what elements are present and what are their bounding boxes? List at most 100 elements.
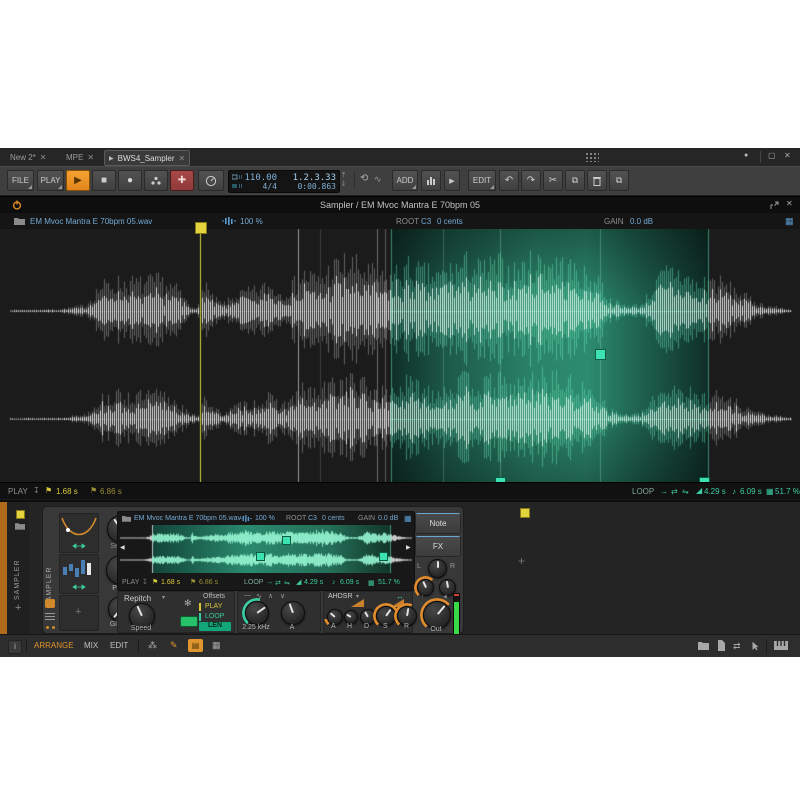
scroll-right-icon[interactable]: ▶ [406, 544, 411, 551]
scroll-left-icon[interactable]: ◀ [120, 544, 125, 551]
crossloop-icon[interactable]: ⇋ [682, 487, 689, 496]
offset-play-button[interactable]: PLAY [205, 603, 222, 610]
pan-knob[interactable] [428, 559, 447, 578]
delete-button[interactable] [587, 170, 607, 191]
mini-start[interactable]: 1.68 s [161, 579, 180, 586]
keytrack-toggle[interactable] [180, 616, 198, 627]
grid-toggle-icon[interactable]: ▦ [212, 640, 221, 651]
mini-loop-start[interactable]: 4.29 s [304, 579, 323, 586]
add-device-icon[interactable]: + [15, 602, 21, 614]
close-icon[interactable]: ✕ [40, 153, 47, 162]
start-flag-icon[interactable]: ⚑ [45, 486, 52, 495]
zoom-grid-icon[interactable]: ▦ [404, 514, 412, 523]
info-button[interactable]: i [8, 640, 22, 654]
window-restore-icon[interactable]: ▢ [768, 151, 776, 160]
offset-loop-button[interactable]: LOOP [205, 613, 224, 620]
mini-loop-mid-handle[interactable] [282, 536, 291, 545]
loop-mid-handle[interactable] [595, 349, 606, 360]
mini-cents[interactable]: 0 cents [322, 515, 345, 522]
mini-sample-display[interactable]: EM Mvoc Mantra E 70bpm 05.wav 100 % ROOT… [117, 511, 415, 591]
filter-hp-icon[interactable]: ∨ [280, 592, 285, 600]
automation-icon[interactable]: ⁂ [148, 640, 157, 651]
pencil-icon[interactable]: ✎ [170, 640, 178, 651]
loop-fade-value[interactable]: 51.7 % [775, 487, 800, 496]
loop-start-value[interactable]: 4.29 s [704, 487, 726, 496]
sample-select-cell[interactable] [59, 554, 99, 594]
mini-file-name[interactable]: EM Mvoc Mantra E 70bpm 05.wav [134, 515, 241, 522]
mini-gain[interactable]: 0.0 dB [378, 515, 398, 522]
play-menu-button[interactable]: PLAY [37, 170, 64, 191]
loop-toggle-icon[interactable]: ⟲ [360, 173, 368, 184]
edit-menu-button[interactable]: EDIT [468, 170, 496, 191]
duplicate-button[interactable]: ⧉ [609, 170, 629, 191]
file-menu-button[interactable]: FILE [7, 170, 34, 191]
device-enable-icon[interactable] [45, 599, 55, 608]
mini-loop-start-handle[interactable] [256, 552, 265, 561]
filter-cutoff-knob[interactable] [245, 601, 269, 625]
edit-view-button[interactable]: EDIT [110, 641, 128, 650]
follow-icon[interactable]: ∿ [374, 174, 382, 185]
mini-end[interactable]: 6.86 s [199, 579, 218, 586]
sample-file-name[interactable]: EM Mvoc Mantra E 70bpm 05.wav [30, 217, 152, 226]
mini-loop-end[interactable]: 6.09 s [340, 579, 359, 586]
playhead-handle[interactable] [195, 222, 207, 234]
tab-new2[interactable]: New 2* ✕ [6, 150, 51, 164]
zoom-grid-icon[interactable]: ▦ [785, 216, 794, 227]
end-flag-icon[interactable]: ⚑ [90, 486, 97, 495]
undo-button[interactable]: ↶ [499, 170, 519, 191]
window-dot-icon[interactable]: ● [744, 152, 748, 159]
filter-res-knob[interactable] [281, 601, 305, 625]
song-time[interactable]: 0:00.863 [281, 182, 336, 191]
stop-button[interactable]: ■ [92, 170, 116, 191]
gain-value[interactable]: 0.0 dB [630, 217, 653, 226]
punch-out-icon[interactable]: ⤓ [342, 180, 345, 188]
pingpong-icon[interactable]: ⇄ [671, 487, 678, 496]
tab-mpe[interactable]: MPE ✕ [62, 150, 98, 164]
play-cursor-button[interactable]: ▶ [444, 170, 460, 191]
filter-off-icon[interactable]: — [244, 592, 251, 599]
loop-end-value[interactable]: 6.09 s [740, 487, 762, 496]
device-name[interactable]: SAMPLER [46, 547, 53, 607]
record-button[interactable]: ● [118, 170, 142, 191]
add-device-plus-icon[interactable]: + [518, 554, 525, 568]
close-icon[interactable]: ✕ [786, 199, 793, 208]
root-cents-value[interactable]: 0 cents [437, 217, 463, 226]
overdub-button[interactable]: ✚ [170, 170, 194, 191]
loop-mode-icon[interactable]: → [660, 487, 668, 496]
mini-loop-fade[interactable]: 51.7 % [378, 579, 400, 586]
mini-stretch[interactable]: 100 % [255, 515, 275, 522]
add-track-button[interactable]: ADD [392, 170, 418, 191]
root-note-value[interactable]: C3 [421, 217, 431, 226]
io-routing-icon[interactable]: ⇄ [733, 641, 741, 652]
mini-waveform-canvas[interactable] [118, 525, 414, 573]
window-close-icon[interactable]: ✕ [784, 151, 791, 160]
time-signature[interactable]: 4/4 [237, 182, 277, 191]
env-range-icon[interactable]: ↔ [396, 592, 404, 601]
velocity-curve-cell[interactable] [59, 513, 99, 553]
chevron-down-icon[interactable]: ▾ [356, 593, 359, 600]
pingpong-icon[interactable]: ⇄ [275, 579, 281, 587]
stretch-amount[interactable]: 100 % [240, 217, 263, 226]
detach-icon[interactable] [770, 201, 779, 210]
close-icon[interactable]: ✕ [179, 154, 186, 163]
freeze-icon[interactable]: ✻ [184, 598, 192, 609]
env-hold-knob[interactable] [344, 610, 358, 624]
waveform-display[interactable] [0, 229, 800, 482]
metronome-button[interactable] [198, 170, 224, 191]
play-button[interactable]: ▶ [66, 170, 90, 191]
device-menu-icon[interactable] [45, 613, 55, 614]
tab-bws4-sampler[interactable]: ▶ BWS4_Sampler ✕ [104, 150, 190, 166]
mini-loop-end-handle[interactable] [379, 552, 388, 561]
copy-button[interactable]: ⧉ [565, 170, 585, 191]
hand-cursor-icon[interactable] [751, 640, 760, 651]
note-tab-button[interactable]: Note [415, 513, 461, 534]
fx-tab-button[interactable]: FX [415, 536, 461, 557]
offset-len-button[interactable]: LEN [199, 622, 231, 631]
file-icon[interactable] [717, 640, 726, 651]
split-button[interactable]: ✂ [543, 170, 563, 191]
crossloop-icon[interactable]: ⇋ [284, 579, 290, 587]
sample-end-value[interactable]: 6.86 s [100, 487, 122, 496]
folder-icon[interactable] [15, 522, 25, 530]
piano-icon[interactable] [774, 641, 788, 650]
out-gain-knob[interactable] [423, 601, 451, 629]
